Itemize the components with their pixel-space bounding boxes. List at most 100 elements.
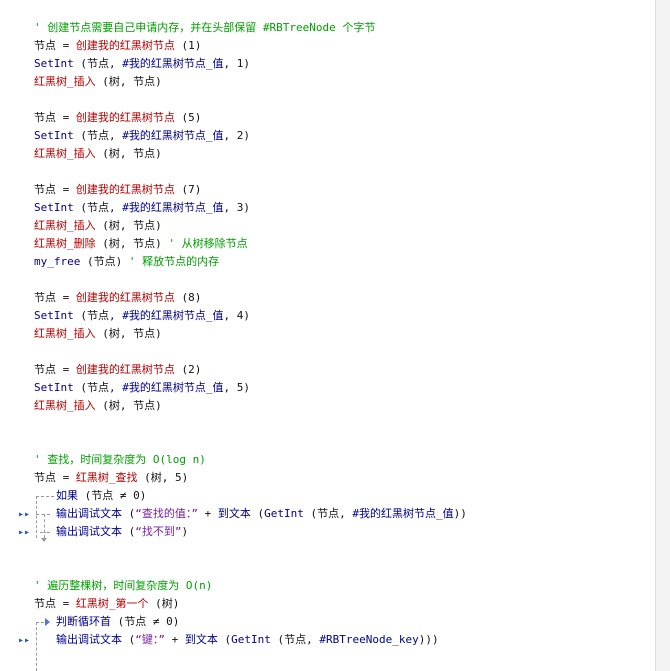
args: ( xyxy=(122,525,136,538)
function-call: my_free xyxy=(34,255,81,268)
code-line-comment[interactable]: ' 创建节点需要自己申请内存，并在头部保留 #RBTreeNode 个字节 xyxy=(34,19,375,37)
args: (1) xyxy=(174,39,202,52)
operator: = xyxy=(56,597,76,610)
code-line[interactable]: 节点 = 创建我的红黑树节点 (7) xyxy=(34,181,201,199)
args: (节点 ≠ 0) xyxy=(111,615,180,628)
code-line[interactable]: 红黑树_删除 (树, 节点) ' 从树移除节点 xyxy=(34,235,248,253)
constant: #我的红黑树节点_值 xyxy=(122,201,224,214)
string-literal: “键：” xyxy=(135,633,165,646)
code-line-comment[interactable]: ' 遍历整棵树，时间复杂度为 O(n) xyxy=(34,577,212,595)
line-gutter[interactable] xyxy=(0,0,22,671)
flow-guide xyxy=(44,514,45,538)
operator: + xyxy=(198,507,218,520)
code-line[interactable]: SetInt (节点, #我的红黑树节点_值, 4) xyxy=(34,307,250,325)
code-line[interactable]: 节点 = 红黑树_查找 (树, 5) xyxy=(34,469,188,487)
keyword-loop: 判断循环首 xyxy=(56,615,111,628)
function-call: GetInt xyxy=(264,507,304,520)
function-call: 红黑树_插入 xyxy=(34,399,96,412)
function-call: SetInt xyxy=(34,129,74,142)
args: (节点 ≠ 0) xyxy=(78,489,147,502)
flow-guide xyxy=(36,622,44,623)
function-call: 红黑树_删除 xyxy=(34,237,96,250)
code-line[interactable]: 红黑树_插入 (树, 节点) xyxy=(34,73,162,91)
double-right-arrow-icon[interactable]: ▸▸ xyxy=(18,510,30,520)
operator: = xyxy=(56,111,76,124)
variable: 节点 xyxy=(34,471,56,484)
code-line[interactable]: 节点 = 创建我的红黑树节点 (5) xyxy=(34,109,201,127)
function-call: GetInt xyxy=(231,633,271,646)
variable: 节点 xyxy=(34,39,56,52)
vertical-scrollbar[interactable] xyxy=(655,0,670,671)
args: ( xyxy=(122,633,136,646)
function-call: 红黑树_插入 xyxy=(34,75,96,88)
variable: 节点 xyxy=(34,363,56,376)
args: ) xyxy=(181,525,189,538)
code-line[interactable]: SetInt (节点, #我的红黑树节点_值, 3) xyxy=(34,199,250,217)
args: (树, 节点) xyxy=(95,237,169,250)
function-call: SetInt xyxy=(34,57,74,70)
code-line[interactable]: 红黑树_插入 (树, 节点) xyxy=(34,217,162,235)
code-line[interactable]: 红黑树_插入 (树, 节点) xyxy=(34,397,162,415)
args: (5) xyxy=(174,111,202,124)
function-call: 输出调试文本 xyxy=(56,507,122,520)
args: (节点, xyxy=(270,633,320,646)
double-right-arrow-icon[interactable]: ▸▸ xyxy=(18,636,30,646)
code-editor[interactable]: ' 创建节点需要自己申请内存，并在头部保留 #RBTreeNode 个字节 节点… xyxy=(0,0,656,671)
args: (2) xyxy=(174,363,202,376)
code-line[interactable]: 如果 (节点 ≠ 0) xyxy=(56,487,146,505)
args: (节点, xyxy=(73,381,123,394)
code-line[interactable]: SetInt (节点, #我的红黑树节点_值, 2) xyxy=(34,127,250,145)
function-call: 红黑树_查找 xyxy=(75,471,138,484)
code-line[interactable]: 判断循环首 (节点 ≠ 0) xyxy=(56,613,179,631)
flow-guide xyxy=(36,496,37,538)
function-call: 创建我的红黑树节点 xyxy=(75,39,175,52)
code-line[interactable]: SetInt (节点, #我的红黑树节点_值, 5) xyxy=(34,379,250,397)
variable: 节点 xyxy=(34,291,56,304)
code-line[interactable]: 节点 = 创建我的红黑树节点 (1) xyxy=(34,37,201,55)
operator: = xyxy=(56,39,76,52)
operator: = xyxy=(56,291,76,304)
double-right-arrow-icon[interactable]: ▸▸ xyxy=(18,528,30,538)
variable: 节点 xyxy=(34,111,56,124)
variable: 节点 xyxy=(34,183,56,196)
inline-comment: ' 释放节点的内存 xyxy=(128,255,220,268)
function-call: 创建我的红黑树节点 xyxy=(75,363,175,376)
args: (8) xyxy=(174,291,202,304)
args: (节点, xyxy=(73,201,123,214)
args: (节点) xyxy=(80,255,129,268)
code-line[interactable]: 红黑树_插入 (树, 节点) xyxy=(34,325,162,343)
code-line[interactable]: 输出调试文本 (“查找的值：” + 到文本 (GetInt (节点, #我的红黑… xyxy=(56,505,467,523)
constant: #我的红黑树节点_值 xyxy=(352,507,454,520)
function-call: 输出调试文本 xyxy=(56,525,122,538)
args: (树, 节点) xyxy=(95,147,162,160)
code-line[interactable]: 输出调试文本 (“找不到”) xyxy=(56,523,188,541)
args: ( xyxy=(217,633,232,646)
code-line[interactable]: 输出调试文本 (“键：” + 到文本 (GetInt (节点, #RBTreeN… xyxy=(56,631,439,649)
args: , 1) xyxy=(223,57,251,70)
flow-guide xyxy=(36,496,54,497)
args: , 2) xyxy=(223,129,251,142)
string-literal: “找不到” xyxy=(135,525,182,538)
variable: 节点 xyxy=(34,597,56,610)
code-line[interactable]: 红黑树_插入 (树, 节点) xyxy=(34,145,162,163)
operator: = xyxy=(56,183,76,196)
code-line[interactable]: 节点 = 创建我的红黑树节点 (2) xyxy=(34,361,201,379)
function-call: 创建我的红黑树节点 xyxy=(75,291,175,304)
flow-guide xyxy=(36,514,50,515)
args: , 4) xyxy=(223,309,251,322)
function-call: SetInt xyxy=(34,309,74,322)
code-line[interactable]: SetInt (节点, #我的红黑树节点_值, 1) xyxy=(34,55,250,73)
function-call: 红黑树_插入 xyxy=(34,147,96,160)
args: (树, 节点) xyxy=(95,327,162,340)
function-call: 红黑树_第一个 xyxy=(75,597,149,610)
code-line[interactable]: 节点 = 创建我的红黑树节点 (8) xyxy=(34,289,201,307)
code-line[interactable]: my_free (节点) ' 释放节点的内存 xyxy=(34,253,219,271)
inline-comment: ' 从树移除节点 xyxy=(168,237,248,250)
operator: = xyxy=(56,471,76,484)
code-line-comment[interactable]: ' 查找，时间复杂度为 O(log n) xyxy=(34,451,206,469)
constant: #我的红黑树节点_值 xyxy=(122,129,224,142)
keyword-if: 如果 xyxy=(56,489,78,502)
code-line[interactable]: 节点 = 红黑树_第一个 (树) xyxy=(34,595,179,613)
constant: #RBTreeNode_key xyxy=(319,633,419,646)
function-call: 到文本 xyxy=(184,633,218,646)
